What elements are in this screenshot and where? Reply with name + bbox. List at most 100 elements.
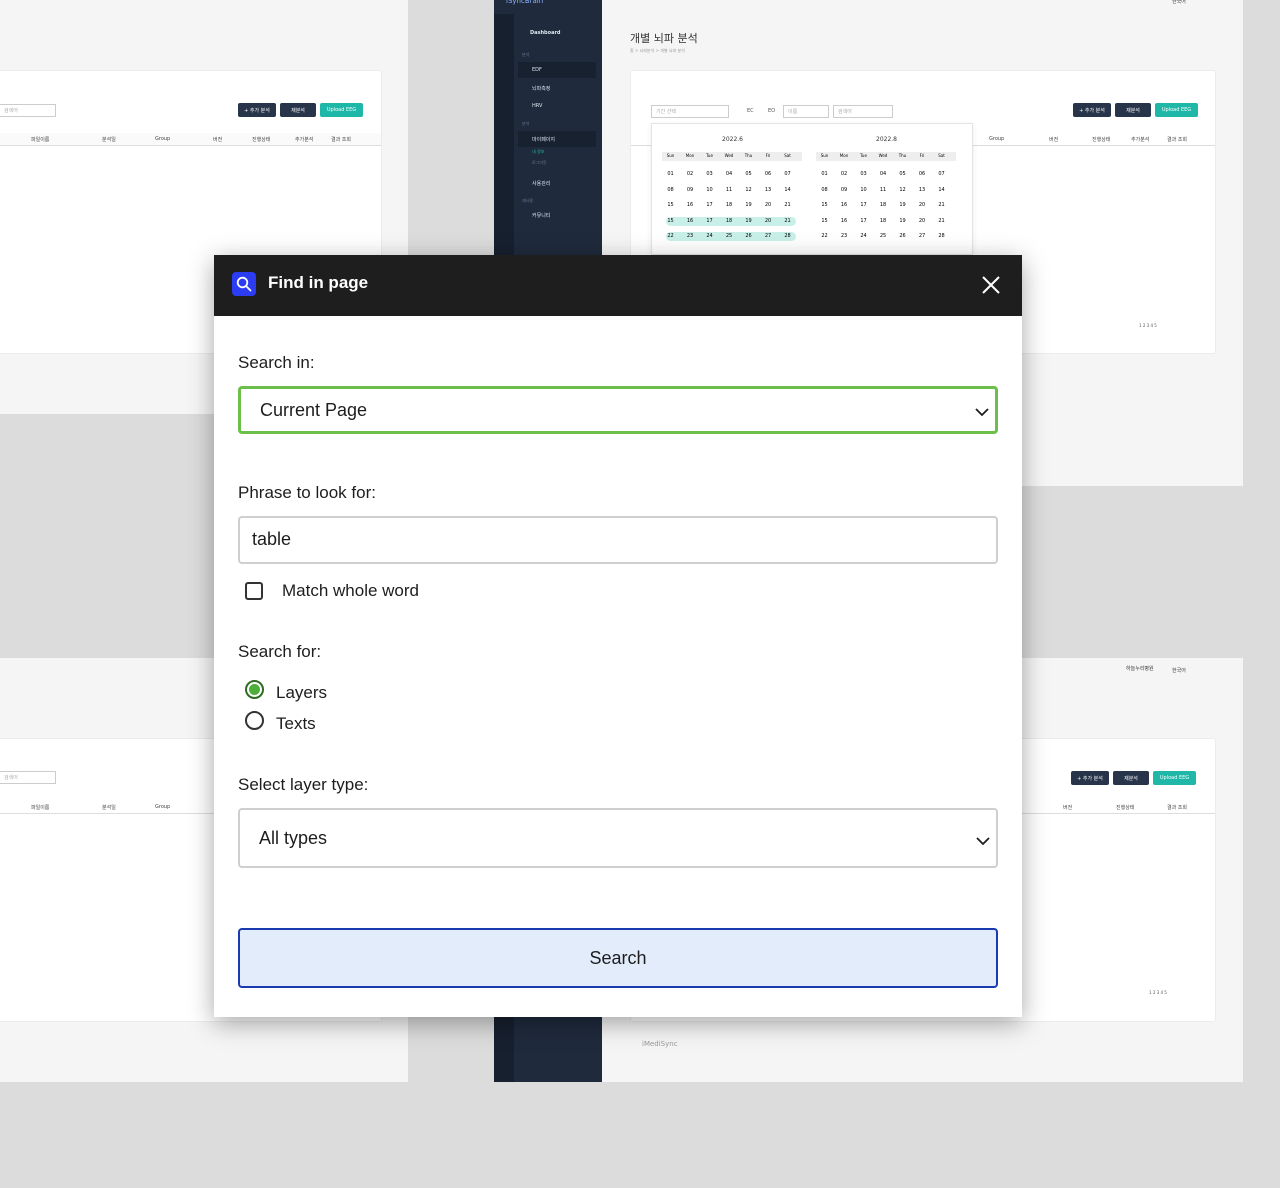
calendar-weekday: Wed <box>724 153 734 158</box>
calendar-day: 21 <box>938 217 945 224</box>
bg-reanalyze-button: 재분석 <box>1115 103 1151 117</box>
calendar-day: 26 <box>899 233 906 239</box>
calendar-weekday: Thu <box>898 153 907 158</box>
calendar-day: 07 <box>938 171 945 177</box>
calendar-day: 25 <box>879 233 887 239</box>
calendar-weekday: Fri <box>919 153 925 158</box>
chevron-down-icon <box>976 832 990 846</box>
search-in-select[interactable]: Current Page <box>238 386 998 434</box>
phrase-label: Phrase to look for: <box>238 483 376 502</box>
bg-reanalyze-button: 재분석 <box>280 103 316 117</box>
calendar-day: 09 <box>840 186 848 193</box>
dialog-title: Find in page <box>268 273 369 292</box>
radio-layers-dot <box>249 684 260 695</box>
bg-upload-button: Upload EEG <box>1155 103 1198 117</box>
calendar-weekday: Sat <box>784 153 791 158</box>
calendar-day: 24 <box>860 233 867 239</box>
sidebar-item-edf: EDF <box>518 62 596 78</box>
calendar-day: 02 <box>686 171 694 177</box>
calendar-day: 11 <box>879 186 887 193</box>
calendar-day: 16 <box>686 202 694 208</box>
calendar-weekday: Tue <box>706 153 713 158</box>
calendar-day: 26 <box>745 233 752 239</box>
calendar-day: 15 <box>821 217 828 224</box>
calendar-day: 17 <box>860 217 867 224</box>
bg-search-input: 검색어 <box>0 771 56 784</box>
calendar-day: 25 <box>725 233 733 239</box>
close-icon[interactable] <box>980 274 1002 296</box>
radio-layers-label[interactable]: Layers <box>276 683 327 703</box>
calendar-day: 01 <box>821 171 828 177</box>
find-in-page-dialog: Find in page Search in: Current Page Phr… <box>214 255 1022 1017</box>
calendar-day: 12 <box>899 186 906 193</box>
calendar-weekday: Sat <box>938 153 945 158</box>
calendar-day: 15 <box>667 217 674 224</box>
dialog-header: Find in page <box>214 255 1022 316</box>
calendar-day: 09 <box>686 186 694 193</box>
calendar-day: 28 <box>938 233 945 239</box>
radio-texts[interactable] <box>245 711 264 730</box>
sidebar-item-mypage: 마이페이지 <box>518 131 596 147</box>
radio-texts-label[interactable]: Texts <box>276 714 316 734</box>
calendar-weekday: Mon <box>839 153 849 158</box>
bg-upload-button: Upload EEG <box>1153 771 1196 785</box>
layer-type-select[interactable]: All types <box>238 808 998 868</box>
bg-search-input: 검색어 <box>833 105 893 118</box>
calendar-day: 04 <box>725 171 733 177</box>
calendar-day: 14 <box>784 186 791 193</box>
calendar-day: 18 <box>725 217 733 224</box>
bg-calendar: 2022.6 2022.8 Sun Mon Tue Wed Thu Fri Sat 01 02 0… <box>651 123 973 255</box>
calendar-weekday-row: Sun Mon Tue Wed Thu Fri Sat <box>662 152 802 161</box>
sidebar-item-users: 사용관리 <box>532 180 551 187</box>
calendar-day: 16 <box>840 202 848 208</box>
calendar-day: 15 <box>667 202 674 208</box>
calendar-day: 17 <box>706 217 713 224</box>
calendar-day: 03 <box>706 171 713 177</box>
bg-reanalyze-button: 재분석 <box>1113 771 1149 785</box>
calendar-day: 17 <box>706 202 713 208</box>
calendar-day: 23 <box>840 233 848 239</box>
calendar-day: 21 <box>938 202 945 208</box>
layer-type-label: Select layer type: <box>238 775 369 794</box>
calendar-weekday: Wed <box>878 153 888 158</box>
calendar-day: 20 <box>918 217 926 224</box>
calendar-day: 22 <box>667 233 674 239</box>
calendar-day: 28 <box>784 233 791 239</box>
chevron-down-icon <box>975 403 989 417</box>
bg-add-button: + 추가 분석 <box>1071 771 1109 785</box>
calendar-day: 27 <box>918 233 926 239</box>
calendar-day: 18 <box>879 217 887 224</box>
calendar-day: 01 <box>667 171 674 177</box>
calendar-day: 15 <box>821 202 828 208</box>
search-button[interactable]: Search <box>238 928 998 988</box>
calendar-weekday: Tue <box>860 153 867 158</box>
calendar-day: 19 <box>745 202 752 208</box>
search-in-value: Current Page <box>260 400 368 420</box>
calendar-day: 04 <box>879 171 887 177</box>
bg-period-input: 기간 선택 <box>651 105 729 118</box>
sidebar-item-dashboard: Dashboard <box>530 30 561 36</box>
calendar-day: 22 <box>821 233 828 239</box>
bg-add-button: + 추가 분석 <box>238 103 276 117</box>
sidebar-item-hrv: HRV <box>532 103 543 109</box>
calendar-weekday: Sun <box>820 153 829 158</box>
sidebar-item-community: 커뮤니티 <box>532 212 551 219</box>
calendar-day: 05 <box>899 171 906 177</box>
calendar-weekday-row: Sun Mon Tue Wed Thu Fri Sat <box>816 152 956 161</box>
search-icon <box>232 272 256 296</box>
phrase-input[interactable]: table <box>238 516 998 564</box>
calendar-day: 16 <box>686 217 694 224</box>
calendar-weekday: Sun <box>666 153 675 158</box>
match-whole-word-label[interactable]: Match whole word <box>282 581 419 601</box>
calendar-weekday: Mon <box>685 153 695 158</box>
calendar-day: 18 <box>725 202 733 208</box>
match-whole-word-checkbox[interactable] <box>245 582 263 600</box>
bg-calendar-right-month: 2022.8 <box>876 136 897 143</box>
calendar-day: 20 <box>764 217 772 224</box>
radio-layers[interactable] <box>245 680 264 699</box>
bg-footer-logo: iMediSync <box>642 1040 678 1048</box>
sidebar-item-section: 분석 <box>522 52 530 57</box>
calendar-day: 10 <box>706 186 713 193</box>
bg-breadcrumb: 홈 > 뇌파분석 > 개별 뇌파 분석 <box>630 48 685 53</box>
calendar-weekday: Thu <box>744 153 753 158</box>
